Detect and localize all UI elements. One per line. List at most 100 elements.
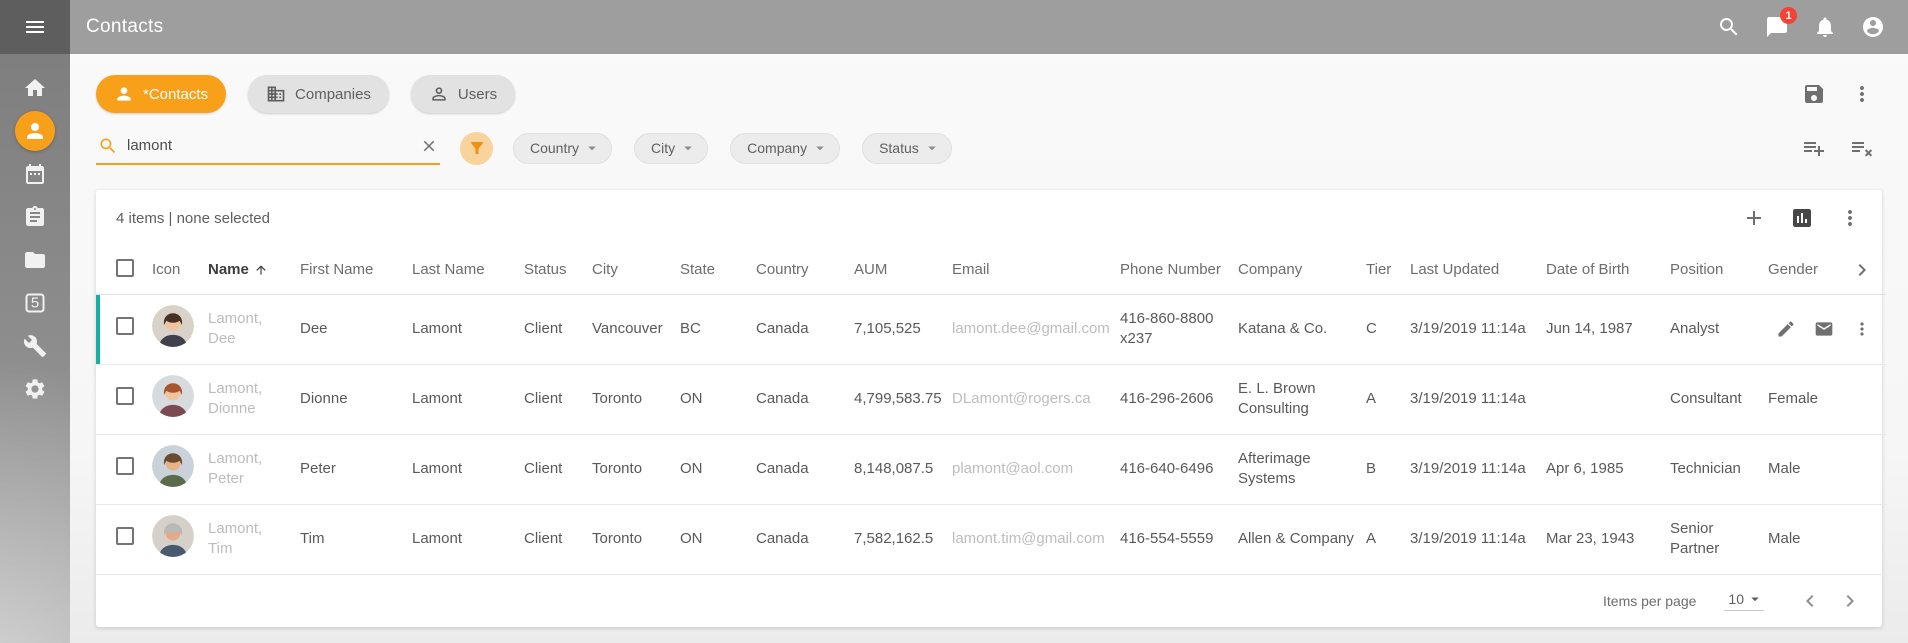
table-row[interactable]: Lamont, TimTimLamontClientTorontoONCanad… bbox=[96, 504, 1886, 574]
table-row[interactable]: Lamont, DeeDeeLamontClientVancouverBCCan… bbox=[96, 294, 1886, 364]
tabs-menu-button[interactable] bbox=[1842, 74, 1882, 114]
items-per-page-label: Items per page bbox=[1603, 593, 1696, 609]
chart-view-button[interactable] bbox=[1782, 198, 1822, 238]
cell-checkbox bbox=[96, 364, 152, 434]
cell-company: E. L. Brown Consulting bbox=[1238, 364, 1366, 434]
save-button[interactable] bbox=[1794, 74, 1834, 114]
column-header-city[interactable]: City bbox=[592, 246, 680, 294]
wrench-icon bbox=[23, 334, 47, 358]
row-checkbox[interactable] bbox=[116, 387, 134, 405]
sidebar-item-calendar[interactable] bbox=[0, 152, 70, 195]
tab-users[interactable]: Users bbox=[411, 75, 515, 113]
column-header-status[interactable]: Status bbox=[524, 246, 592, 294]
row-checkbox[interactable] bbox=[116, 457, 134, 475]
envelope-icon bbox=[1814, 319, 1834, 339]
cell-name: Lamont, Tim bbox=[208, 504, 300, 574]
sidebar-item-home[interactable] bbox=[0, 66, 70, 109]
sidebar-item-documents[interactable] bbox=[0, 238, 70, 281]
sidebar-item-tools[interactable] bbox=[0, 324, 70, 367]
column-header-email[interactable]: Email bbox=[952, 246, 1120, 294]
folder-icon bbox=[23, 248, 47, 272]
cell-state: ON bbox=[680, 364, 756, 434]
table-row[interactable]: Lamont, PeterPeterLamontClientTorontoONC… bbox=[96, 434, 1886, 504]
selection-summary: 4 items | none selected bbox=[116, 210, 270, 227]
row-menu-button[interactable] bbox=[1846, 313, 1878, 345]
cell-tier: B bbox=[1366, 434, 1410, 504]
table-menu-button[interactable] bbox=[1830, 198, 1870, 238]
sidebar-item-settings[interactable] bbox=[0, 367, 70, 410]
column-header-name[interactable]: Name bbox=[208, 246, 300, 294]
column-header-icon[interactable]: Icon bbox=[152, 246, 208, 294]
search-button[interactable] bbox=[1708, 6, 1750, 48]
column-header-first-name[interactable]: First Name bbox=[300, 246, 412, 294]
column-header-last-updated[interactable]: Last Updated bbox=[1410, 246, 1546, 294]
select-all-checkbox[interactable] bbox=[116, 259, 134, 277]
cell-icon bbox=[152, 434, 208, 504]
column-header-country[interactable]: Country bbox=[756, 246, 854, 294]
column-header-date-of-birth[interactable]: Date of Birth bbox=[1546, 246, 1670, 294]
contacts-table: IconNameFirst NameLast NameStatusCitySta… bbox=[96, 246, 1886, 575]
filter-dropdown-status[interactable]: Status bbox=[862, 133, 952, 164]
next-page-button[interactable] bbox=[1830, 581, 1870, 621]
kebab-icon bbox=[1852, 319, 1872, 339]
caret-down-icon bbox=[679, 139, 697, 157]
cell-phone: 416-860-8800 x237 bbox=[1120, 294, 1238, 364]
cell-country: Canada bbox=[756, 364, 854, 434]
column-header-state[interactable]: State bbox=[680, 246, 756, 294]
sidebar-item-tasks[interactable] bbox=[0, 195, 70, 238]
edit-contact-button[interactable] bbox=[1770, 313, 1802, 345]
more-columns-button[interactable] bbox=[1846, 254, 1878, 286]
sidebar-item-contacts[interactable] bbox=[0, 109, 70, 152]
clipboard-icon bbox=[23, 205, 47, 229]
filter-dropdown-label: Country bbox=[530, 140, 579, 156]
cell-tier: A bbox=[1366, 364, 1410, 434]
column-header-company[interactable]: Company bbox=[1238, 246, 1366, 294]
email-contact-button[interactable] bbox=[1808, 313, 1840, 345]
tab-companies[interactable]: Companies bbox=[248, 75, 389, 113]
building-icon bbox=[266, 84, 286, 104]
cell-email: lamont.dee@gmail.com bbox=[952, 294, 1120, 364]
notification-badge: 1 bbox=[1780, 7, 1797, 24]
advanced-filter-button[interactable] bbox=[460, 132, 493, 165]
table-row[interactable]: Lamont, DionneDionneLamontClientTorontoO… bbox=[96, 364, 1886, 434]
topbar: Contacts 1 bbox=[70, 0, 1908, 54]
cell-email: DLamont@rogers.ca bbox=[952, 364, 1120, 434]
cell-date-of-birth: Jun 14, 1987 bbox=[1546, 294, 1670, 364]
results-card: 4 items | none selected IconNameFirst Na… bbox=[96, 190, 1882, 627]
column-header-tier[interactable]: Tier bbox=[1366, 246, 1410, 294]
add-contact-button[interactable] bbox=[1734, 198, 1774, 238]
cell-last-updated: 3/19/2019 11:14a bbox=[1410, 364, 1546, 434]
column-header-phone-number[interactable]: Phone Number bbox=[1120, 246, 1238, 294]
cell-phone: 416-640-6496 bbox=[1120, 434, 1238, 504]
add-filter-view-button[interactable] bbox=[1794, 128, 1834, 168]
calendar-icon bbox=[23, 162, 47, 186]
filter-dropdown-country[interactable]: Country bbox=[513, 133, 612, 164]
sidebar-item-forms[interactable]: 5 bbox=[0, 281, 70, 324]
row-checkbox[interactable] bbox=[116, 317, 134, 335]
cell-status: Client bbox=[524, 294, 592, 364]
cell-status: Client bbox=[524, 434, 592, 504]
account-button[interactable] bbox=[1852, 6, 1894, 48]
cell-state: BC bbox=[680, 294, 756, 364]
previous-page-button[interactable] bbox=[1790, 581, 1830, 621]
column-header-last-name[interactable]: Last Name bbox=[412, 246, 524, 294]
avatar bbox=[152, 515, 194, 557]
messages-button[interactable]: 1 bbox=[1756, 6, 1798, 48]
filter-dropdown-city[interactable]: City bbox=[634, 133, 708, 164]
clear-filter-view-button[interactable] bbox=[1842, 128, 1882, 168]
cell-actions bbox=[1846, 434, 1886, 504]
clear-search-button[interactable] bbox=[420, 137, 438, 155]
column-header-position[interactable]: Position bbox=[1670, 246, 1768, 294]
row-checkbox[interactable] bbox=[116, 527, 134, 545]
items-per-page-select[interactable]: 10 bbox=[1724, 590, 1764, 611]
notifications-button[interactable] bbox=[1804, 6, 1846, 48]
filter-dropdown-company[interactable]: Company bbox=[730, 133, 840, 164]
search-input[interactable] bbox=[127, 137, 411, 154]
cell-email: lamont.tim@gmail.com bbox=[952, 504, 1120, 574]
column-header-aum[interactable]: AUM bbox=[854, 246, 952, 294]
tab-contacts[interactable]: *Contacts bbox=[96, 75, 226, 113]
chart-icon bbox=[1790, 206, 1814, 230]
tab-label: Users bbox=[458, 86, 497, 103]
column-header-gender[interactable]: Gender bbox=[1768, 246, 1846, 294]
sidebar-menu-button[interactable] bbox=[0, 0, 70, 54]
